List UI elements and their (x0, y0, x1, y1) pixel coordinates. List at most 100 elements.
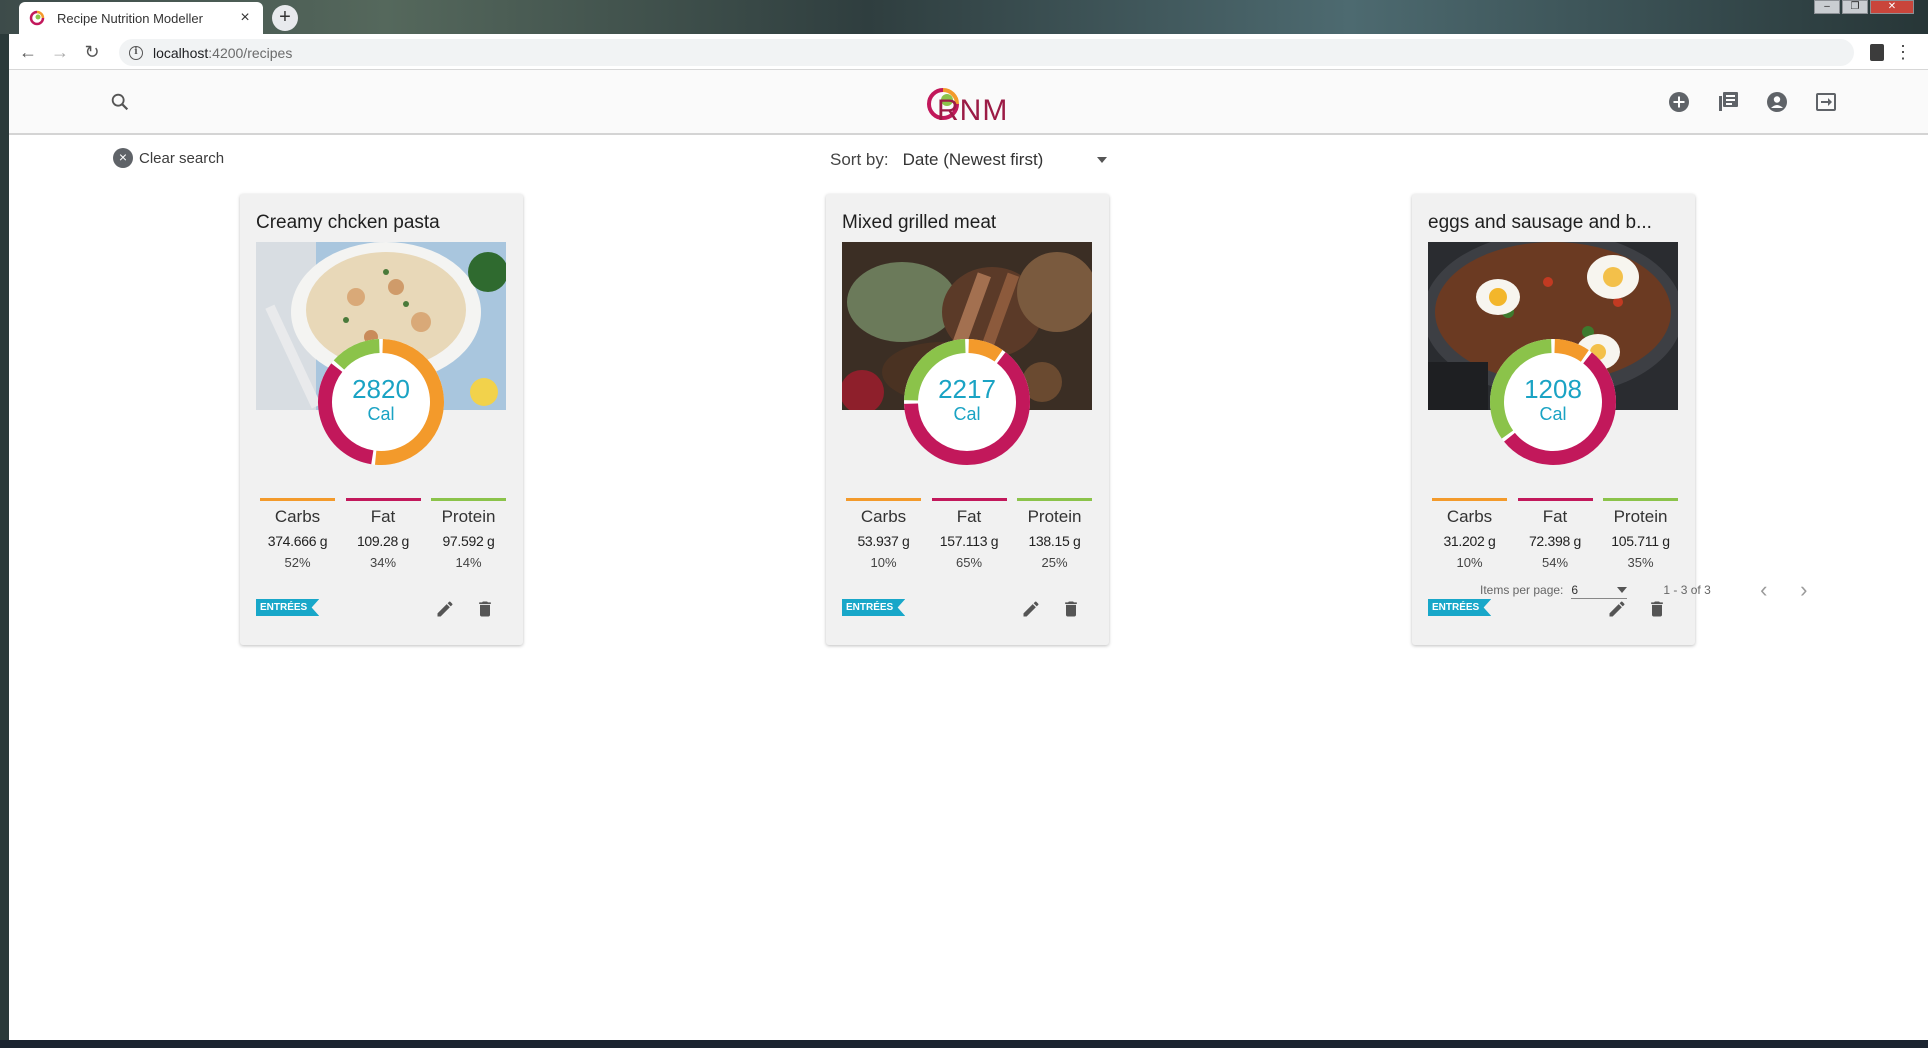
url-path: :4200/recipes (208, 44, 293, 61)
app-page: RNM × Clear search Sort by: Date (Newest… (9, 70, 1928, 1040)
tab-close-icon[interactable]: × (237, 9, 253, 27)
macro-percent: 10% (870, 555, 897, 570)
logout-icon[interactable] (1814, 90, 1838, 114)
os-taskbar (0, 1040, 1928, 1048)
macro-amount: 31.202 g (1443, 533, 1496, 549)
address-bar[interactable]: i localhost:4200/recipes (119, 39, 1854, 66)
macro-percent: 10% (1456, 555, 1483, 570)
items-per-page-select[interactable]: 6 (1571, 581, 1628, 599)
carbs-bar (260, 498, 335, 501)
macro-carbs: Carbs 53.937 g 10% (846, 498, 921, 570)
sort-control: Sort by: Date (Newest first) (830, 150, 1107, 170)
calorie-donut: 2820 Cal (315, 336, 447, 468)
macro-protein: Protein 97.592 g 14% (431, 498, 506, 570)
edit-icon[interactable] (1021, 599, 1041, 619)
macro-name: Fat (370, 507, 396, 526)
dropdown-arrow-icon (1617, 586, 1628, 593)
card-actions (1021, 599, 1081, 619)
macro-percent: 54% (1541, 555, 1569, 570)
logo-text: RNM (937, 94, 1009, 127)
clear-icon: × (113, 148, 133, 168)
macro-carbs: Carbs 374.666 g 52% (260, 498, 335, 570)
maximize-button[interactable]: ❐ (1842, 0, 1868, 14)
macro-protein: Protein 138.15 g 25% (1017, 498, 1092, 570)
macro-amount: 105.711 g (1611, 533, 1670, 549)
macro-summary: Carbs 31.202 g 10% Fat 72.398 g 54% Prot… (1432, 498, 1678, 570)
card-actions (435, 599, 495, 619)
recipe-title: eggs and sausage and b... (1428, 212, 1652, 233)
macro-name: Carbs (860, 507, 907, 526)
minimize-button[interactable]: – (1814, 0, 1840, 14)
edit-icon[interactable] (435, 599, 455, 619)
clear-search-button[interactable]: × Clear search (113, 148, 224, 168)
extension-icon[interactable] (1870, 44, 1884, 61)
new-tab-button[interactable]: + (272, 5, 298, 31)
protein-bar (1603, 498, 1678, 501)
category-badge: ENTRÉES (842, 599, 906, 616)
macro-amount: 138.15 g (1028, 533, 1081, 549)
app-logo[interactable]: RNM (921, 82, 1021, 127)
calorie-donut: 2217 Cal (901, 336, 1033, 468)
macro-name: Fat (1542, 507, 1568, 526)
recipe-card[interactable]: Creamy chcken pasta 2820 Cal Carbs 374.6… (240, 194, 523, 645)
recipe-card[interactable]: Mixed grilled meat 2217 Cal Carbs 53.937… (826, 194, 1109, 645)
calorie-value: 1208 (1524, 374, 1582, 404)
browser-menu-icon[interactable]: ⋮ (1894, 42, 1912, 63)
fat-bar (1517, 498, 1593, 501)
calorie-value: 2217 (938, 374, 996, 404)
macro-fat: Fat 72.398 g 54% (1517, 498, 1593, 570)
fat-bar (345, 498, 421, 501)
macro-name: Protein (1027, 507, 1082, 526)
account-circle-icon[interactable] (1765, 90, 1789, 114)
macro-percent: 14% (455, 555, 482, 570)
delete-icon[interactable] (475, 599, 495, 619)
back-arrow-icon[interactable]: ← (17, 42, 39, 64)
info-icon[interactable]: i (129, 45, 143, 60)
items-per-page-value: 6 (1571, 582, 1579, 597)
paginator: Items per page: 6 1 - 3 of 3 ‹ › (1480, 570, 1840, 610)
browser-toolbar: ← → ↻ i localhost:4200/recipes ⋮ (9, 34, 1928, 70)
macro-name: Carbs (274, 507, 321, 526)
calorie-unit: Cal (953, 404, 981, 424)
macro-name: Carbs (1446, 507, 1493, 526)
protein-bar (431, 498, 506, 501)
macro-amount: 374.666 g (267, 533, 328, 549)
delete-icon[interactable] (1061, 599, 1081, 619)
macro-carbs: Carbs 31.202 g 10% (1432, 498, 1507, 570)
tab-strip: Recipe Nutrition Modeller × + – ❐ ✕ (9, 0, 1928, 34)
macro-amount: 72.398 g (1528, 533, 1582, 549)
macro-percent: 52% (284, 555, 311, 570)
browser-tab[interactable]: Recipe Nutrition Modeller × (19, 2, 263, 34)
add-circle-icon[interactable] (1667, 90, 1691, 114)
tab-title: Recipe Nutrition Modeller (57, 10, 203, 26)
app-header: RNM (9, 70, 1928, 135)
next-page-icon[interactable]: › (1791, 577, 1817, 603)
forward-arrow-icon[interactable]: → (49, 42, 71, 64)
sort-label: Sort by: (830, 150, 889, 169)
macro-summary: Carbs 53.937 g 10% Fat 157.113 g 65% Pro… (846, 498, 1092, 570)
macro-amount: 97.592 g (442, 533, 495, 549)
sort-value: Date (Newest first) (902, 150, 1044, 169)
macro-fat: Fat 157.113 g 65% (931, 498, 1007, 570)
macro-name: Protein (441, 507, 496, 526)
fat-bar (931, 498, 1007, 501)
macro-summary: Carbs 374.666 g 52% Fat 109.28 g 34% Pro… (260, 498, 506, 570)
macro-percent: 65% (955, 555, 983, 570)
url-host: localhost (153, 44, 209, 61)
page-range-label: 1 - 3 of 3 (1663, 583, 1711, 597)
macro-percent: 25% (1041, 555, 1068, 570)
recipe-title: Creamy chcken pasta (256, 212, 440, 233)
dropdown-arrow-icon (1096, 157, 1107, 163)
search-icon[interactable] (109, 91, 131, 113)
macro-amount: 109.28 g (356, 533, 410, 549)
category-badge: ENTRÉES (256, 599, 320, 616)
window-controls: – ❐ ✕ (1814, 0, 1914, 14)
reload-icon[interactable]: ↻ (81, 42, 103, 64)
calorie-donut: 1208 Cal (1487, 336, 1619, 468)
calorie-unit: Cal (1539, 404, 1567, 424)
close-window-button[interactable]: ✕ (1870, 0, 1914, 14)
library-books-icon[interactable] (1716, 90, 1740, 114)
previous-page-icon[interactable]: ‹ (1751, 577, 1777, 603)
sort-select[interactable]: Date (Newest first) (903, 150, 1107, 170)
macro-percent: 34% (369, 555, 397, 570)
